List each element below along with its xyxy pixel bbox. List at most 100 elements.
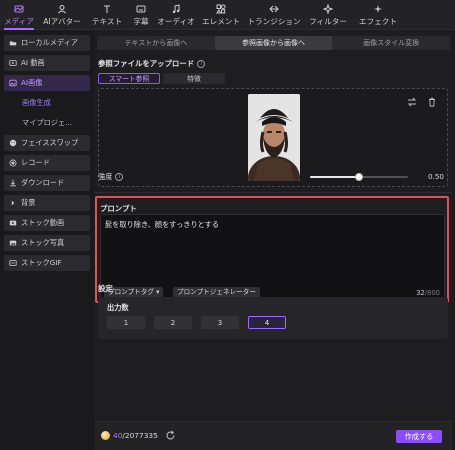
sidebar-item[interactable]: フェイススワップ [4,135,90,151]
subtab-feature[interactable]: 特徴 [163,73,225,84]
sidebar: ローカルメディア AI 動画 AI画像画像生成マイプロジェ... フェイススワップ レコ… [0,31,94,450]
filter-icon [323,3,333,14]
prompt-tag-label: プロンプトタグ [108,288,154,296]
top-toolbar: メディア AIアバター テキスト 字幕 オーディオ エレメント トランジション フィルター エフ… [0,0,455,30]
toolbar-tab-audio[interactable]: オーディオ [154,0,198,30]
char-count-max: /800 [424,289,440,297]
sidebar-item[interactable]: AI画像 [4,75,90,91]
sidebar-item[interactable]: AI 動画 [4,55,90,71]
create-button[interactable]: 作成する [396,430,442,443]
text-icon [104,5,110,13]
sidebar-item[interactable]: ストックGIF [4,255,90,271]
swap-icon[interactable] [407,97,417,107]
sidebar-subitem[interactable]: マイプロジェ... [4,115,90,131]
credits-current: 40 [113,431,123,440]
subtab-smart-reference[interactable]: スマート参照 [98,73,160,84]
output-count-label: 出力数 [107,303,129,312]
prompt-text[interactable]: 髭を取り除き、顔をすっきりとする [105,220,219,230]
main-panel: テキストから画像へ 参照画像から画像へ 画像スタイル変換 参照ファイルをアップロード… [95,31,452,450]
chevron-right-icon [11,200,15,206]
toolbar-tab-element[interactable]: エレメント [198,0,244,30]
chevron-down-icon: ▾ [156,288,160,296]
strength-value: 0.50 [427,172,444,181]
pirate-portrait-image [248,94,300,181]
char-count: 32/800 [416,289,440,297]
sidebar-item[interactable]: ストック動画 [4,215,90,231]
upload-label: 参照ファイルをアップロード i [98,58,206,69]
toolbar-tab-effect[interactable]: エフェクト [352,0,404,30]
stock-photo-icon [9,240,17,246]
credits-total: /2077335 [122,431,158,440]
sidebar-item-label: フェイススワップ [21,138,79,147]
toolbar-tab-label: エフェクト [359,16,397,26]
mode-tab[interactable]: テキストから画像へ [97,36,215,50]
upload-label-text: 参照ファイルをアップロード [98,59,195,68]
toolbar-tab-label: エレメント [202,16,240,26]
bottom-bar: 40/2077335 作成する [95,421,452,450]
toolbar-tab-subtitle[interactable]: 字幕 [128,0,154,30]
stock-gif-icon [9,260,17,266]
sidebar-item[interactable]: レコード [4,155,90,171]
sidebar-item-label: ダウンロード [21,178,65,187]
download-icon [10,179,16,187]
mode-tab[interactable]: 参照画像から画像へ [214,36,333,50]
toolbar-tab-label: トランジション [247,16,301,26]
media-icon [14,5,24,12]
toolbar-tab-label: フィルター [309,16,347,26]
info-icon[interactable]: i [115,173,124,181]
trash-icon[interactable] [427,97,437,107]
toolbar-tab-ai-avatar[interactable]: AIアバター [38,0,86,30]
sidebar-item-label: ストック動画 [21,218,65,227]
toolbar-tab-transition[interactable]: トランジション [244,0,304,30]
sidebar-item[interactable]: 背景 [4,195,90,211]
strength-label: 強度 [98,172,113,181]
toolbar-tab-label: オーディオ [157,16,195,26]
ai-avatar-icon [58,4,66,13]
mode-tab[interactable]: 画像スタイル変換 [332,36,450,50]
sidebar-subitem[interactable]: 画像生成 [4,95,90,111]
element-icon [216,4,226,14]
toolbar-tab-media[interactable]: メディア [0,0,38,30]
output-count-option[interactable]: 1 [107,316,145,329]
divider [95,192,452,193]
output-count-options: 1234 [107,316,286,329]
output-count-option[interactable]: 4 [248,316,286,329]
ai-image-icon [9,79,17,87]
sidebar-item-label: AI画像 [21,78,43,87]
toolbar-tab-label: 字幕 [133,16,149,26]
strength-slider-fill [310,176,359,178]
prompt-textarea[interactable]: 髭を取り除き、顔をすっきりとする プロンプトタグ ▾ プロンプトジェネレーター … [100,214,445,300]
toolbar-tab-text[interactable]: テキスト [86,0,128,30]
transition-icon [269,5,279,12]
refresh-icon[interactable] [165,430,176,441]
stock-video-icon [9,220,17,226]
output-count-option[interactable]: 3 [201,316,239,329]
toolbar-tab-filter[interactable]: フィルター [304,0,352,30]
record-icon [9,159,17,167]
sidebar-item-label: レコード [21,158,50,167]
sidebar-item-label: ローカルメディア [21,38,78,47]
effect-icon [374,4,382,13]
audio-icon [172,3,180,13]
sidebar-item[interactable]: ストック写真 [4,235,90,251]
reference-image-thumbnail[interactable] [248,94,300,181]
output-count-option[interactable]: 2 [154,316,192,329]
sidebar-item-label: 背景 [21,198,36,207]
strength-row: 強度 i 0.50 [98,170,448,184]
settings-label: 設定 [98,284,113,293]
face-swap-icon [9,139,17,147]
strength-slider[interactable] [310,173,408,181]
toolbar-tab-label: テキスト [91,16,123,26]
mode-tabs: テキストから画像へ 参照画像から画像へ 画像スタイル変換 [97,36,450,50]
strength-slider-handle[interactable] [355,173,363,181]
sidebar-item-label: AI 動画 [21,58,45,67]
char-count-current: 32 [416,289,425,297]
ai-video-icon [9,60,17,66]
toolbar-tab-label: AIアバター [43,16,81,26]
sidebar-item-label: ストック写真 [21,238,65,247]
sidebar-item[interactable]: ダウンロード [4,175,90,191]
info-icon[interactable]: i [197,59,206,68]
prompt-section: プロンプト 髭を取り除き、顔をすっきりとする プロンプトタグ ▾ プロンプトジェ… [95,196,449,303]
reference-subtabs: スマート参照 特徴 [98,73,225,84]
sidebar-item[interactable]: ローカルメディア [4,35,90,51]
